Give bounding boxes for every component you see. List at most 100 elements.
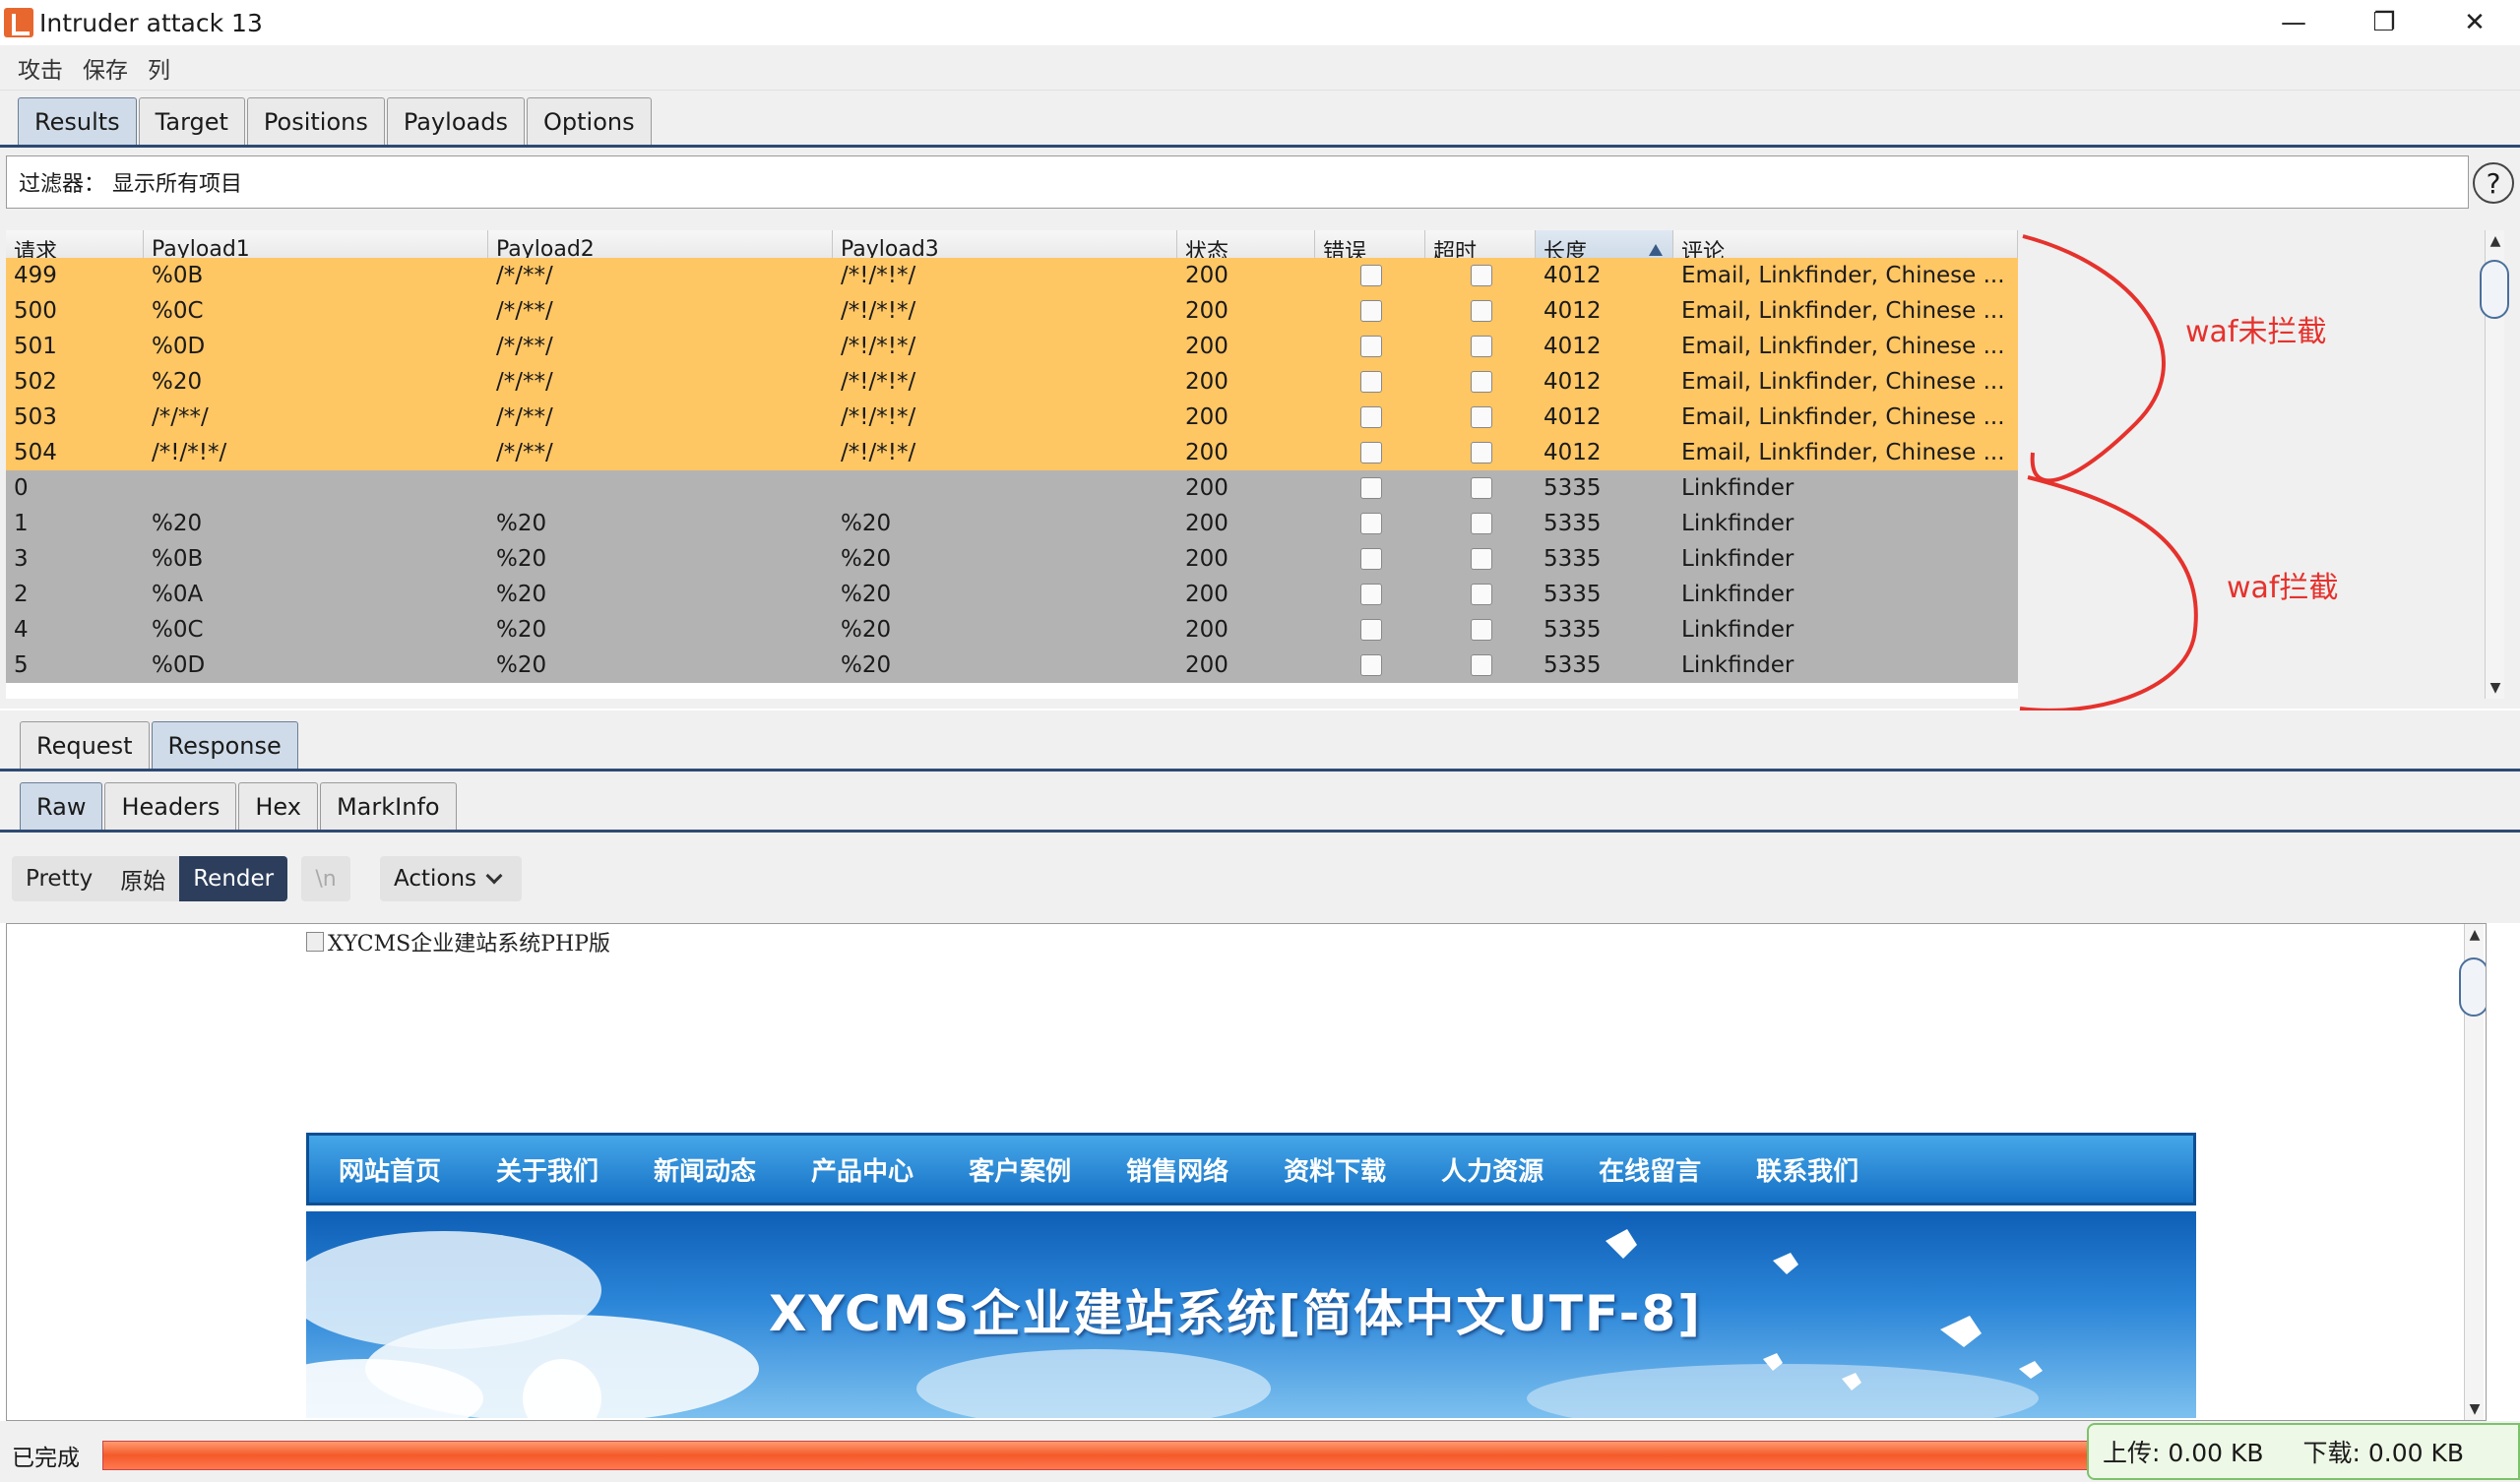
cell-error bbox=[1315, 435, 1425, 470]
tab-payloads[interactable]: Payloads bbox=[386, 97, 525, 145]
checkbox[interactable] bbox=[1360, 442, 1382, 463]
checkbox[interactable] bbox=[1360, 477, 1382, 499]
render-scrollbar[interactable]: ▲ ▼ bbox=[2459, 924, 2486, 1420]
annotation-not-blocked: waf未拦截 bbox=[2185, 315, 2327, 349]
minimize-button[interactable]: — bbox=[2248, 0, 2339, 45]
checkbox[interactable] bbox=[1360, 513, 1382, 534]
cell-comment: Linkfinder bbox=[1681, 652, 1795, 678]
tab-markinfo[interactable]: MarkInfo bbox=[319, 782, 457, 830]
checkbox[interactable] bbox=[1360, 371, 1382, 393]
cell-error bbox=[1315, 364, 1425, 400]
checkbox[interactable] bbox=[1471, 513, 1492, 534]
table-row[interactable]: 503 /*/**/ /*/**/ /*!/*!*/ 200 4012 Email, Lin… bbox=[6, 400, 2018, 435]
site-nav-item[interactable]: 产品中心 bbox=[811, 1151, 914, 1188]
table-row[interactable]: 500 %0C /*/**/ /*!/*!*/ 200 4012 Email, Linkfi… bbox=[6, 293, 2018, 329]
tab-raw[interactable]: Raw bbox=[20, 782, 103, 830]
site-banner: XYCMS企业建站系统[简体中文UTF-8] bbox=[306, 1211, 2196, 1418]
checkbox[interactable] bbox=[1471, 265, 1492, 286]
table-row[interactable]: 499 %0B /*/**/ /*!/*!*/ 200 4012 Email, Linkfi… bbox=[6, 258, 2018, 293]
checkbox[interactable] bbox=[1360, 265, 1382, 286]
checkbox[interactable] bbox=[1471, 548, 1492, 570]
actions-button[interactable]: Actions bbox=[380, 856, 522, 901]
raw-mode-button[interactable]: 原始 bbox=[106, 856, 179, 901]
newline-toggle-button[interactable]: \n bbox=[301, 856, 350, 901]
checkbox[interactable] bbox=[1360, 300, 1382, 322]
table-row[interactable]: 501 %0D /*/**/ /*!/*!*/ 200 4012 Email, Linkfi… bbox=[6, 329, 2018, 364]
pretty-button[interactable]: Pretty bbox=[12, 856, 106, 901]
table-row[interactable]: 1 %20 %20 %20 200 5335 Linkfinder bbox=[6, 506, 2018, 541]
cell-comment: Email, Linkfinder, Chinese ... bbox=[1681, 298, 2005, 324]
cell-timeout bbox=[1425, 435, 1536, 470]
site-nav-item[interactable]: 联系我们 bbox=[1756, 1151, 1858, 1188]
tab-hex[interactable]: Hex bbox=[238, 782, 318, 830]
table-row[interactable]: 5 %0D %20 %20 200 5335 Linkfinder bbox=[6, 648, 2018, 683]
render-scroll-up-icon[interactable]: ▲ bbox=[2465, 924, 2485, 946]
help-icon[interactable]: ? bbox=[2473, 162, 2514, 204]
checkbox[interactable] bbox=[1471, 406, 1492, 428]
checkbox[interactable] bbox=[1471, 619, 1492, 641]
cell-timeout bbox=[1425, 400, 1536, 435]
cell-comment: Linkfinder bbox=[1681, 617, 1795, 643]
checkbox[interactable] bbox=[1360, 654, 1382, 676]
cell-comment: Email, Linkfinder, Chinese ... bbox=[1681, 369, 2005, 395]
broken-image-logo: XYCMS企业建站系统PHP版 bbox=[306, 926, 610, 957]
table-row[interactable]: 2 %0A %20 %20 200 5335 Linkfinder bbox=[6, 577, 2018, 612]
menu-attack[interactable]: 攻击 bbox=[18, 51, 63, 85]
table-row[interactable]: 3 %0B %20 %20 200 5335 Linkfinder bbox=[6, 541, 2018, 577]
checkbox[interactable] bbox=[1471, 371, 1492, 393]
annotation-brace-top bbox=[2022, 234, 2166, 483]
checkbox[interactable] bbox=[1471, 336, 1492, 357]
site-nav-item[interactable]: 客户案例 bbox=[969, 1151, 1071, 1188]
checkbox[interactable] bbox=[1360, 336, 1382, 357]
site-nav-item[interactable]: 新闻动态 bbox=[654, 1151, 756, 1188]
checkbox[interactable] bbox=[1360, 619, 1382, 641]
maximize-button[interactable]: ❐ bbox=[2339, 0, 2429, 45]
tab-options[interactable]: Options bbox=[526, 97, 652, 145]
tab-positions[interactable]: Positions bbox=[246, 97, 385, 145]
tab-headers[interactable]: Headers bbox=[104, 782, 237, 830]
site-nav-item[interactable]: 销售网络 bbox=[1126, 1151, 1228, 1188]
cell-payload2: /*/**/ bbox=[496, 334, 553, 359]
checkbox[interactable] bbox=[1471, 300, 1492, 322]
render-scroll-thumb[interactable] bbox=[2459, 957, 2486, 1017]
tab-target[interactable]: Target bbox=[138, 97, 245, 145]
checkbox[interactable] bbox=[1360, 406, 1382, 428]
render-scroll-down-icon[interactable]: ▼ bbox=[2465, 1398, 2485, 1420]
cell-error bbox=[1315, 541, 1425, 577]
network-speed-widget: 上传: 0.00 KB 下载: 0.00 KB bbox=[2087, 1423, 2520, 1480]
site-nav-item[interactable]: 人力资源 bbox=[1441, 1151, 1544, 1188]
cell-timeout bbox=[1425, 258, 1536, 293]
menu-columns[interactable]: 列 bbox=[148, 51, 170, 85]
cell-comment: Linkfinder bbox=[1681, 546, 1795, 572]
cell-status: 200 bbox=[1185, 617, 1228, 643]
cell-comment: Linkfinder bbox=[1681, 511, 1795, 536]
checkbox[interactable] bbox=[1471, 442, 1492, 463]
render-button[interactable]: Render bbox=[179, 856, 288, 901]
checkbox[interactable] bbox=[1471, 477, 1492, 499]
cell-payload2: /*/**/ bbox=[496, 298, 553, 324]
tab-response[interactable]: Response bbox=[151, 721, 298, 769]
table-row[interactable]: 504 /*!/*!*/ /*/**/ /*!/*!*/ 200 4012 Email, L… bbox=[6, 435, 2018, 470]
tab-results[interactable]: Results bbox=[18, 97, 137, 145]
table-row[interactable]: 502 %20 /*/**/ /*!/*!*/ 200 4012 Email, Linkfi… bbox=[6, 364, 2018, 400]
cell-payload2: %20 bbox=[496, 582, 547, 607]
checkbox[interactable] bbox=[1471, 584, 1492, 605]
filter-bar[interactable]: 过滤器： 显示所有项目 bbox=[6, 155, 2469, 209]
main-tabs: Results Target Positions Payloads Option… bbox=[0, 91, 2520, 148]
checkbox[interactable] bbox=[1360, 584, 1382, 605]
site-nav-item[interactable]: 资料下载 bbox=[1284, 1151, 1386, 1188]
table-row[interactable]: 0 200 5335 Linkfinder bbox=[6, 470, 2018, 506]
site-nav-item[interactable]: 在线留言 bbox=[1599, 1151, 1701, 1188]
cell-payload2: %20 bbox=[496, 617, 547, 643]
table-row[interactable]: 4 %0C %20 %20 200 5335 Linkfinder bbox=[6, 612, 2018, 648]
cell-error bbox=[1315, 329, 1425, 364]
site-nav-item[interactable]: 网站首页 bbox=[339, 1151, 441, 1188]
checkbox[interactable] bbox=[1471, 654, 1492, 676]
tab-request[interactable]: Request bbox=[20, 721, 150, 769]
site-nav-item[interactable]: 关于我们 bbox=[496, 1151, 598, 1188]
close-button[interactable]: ✕ bbox=[2429, 0, 2520, 45]
menu-save[interactable]: 保存 bbox=[83, 51, 128, 85]
checkbox[interactable] bbox=[1360, 548, 1382, 570]
menu-bar: 攻击 保存 列 bbox=[0, 45, 2520, 91]
sort-ascending-icon bbox=[1649, 244, 1663, 256]
